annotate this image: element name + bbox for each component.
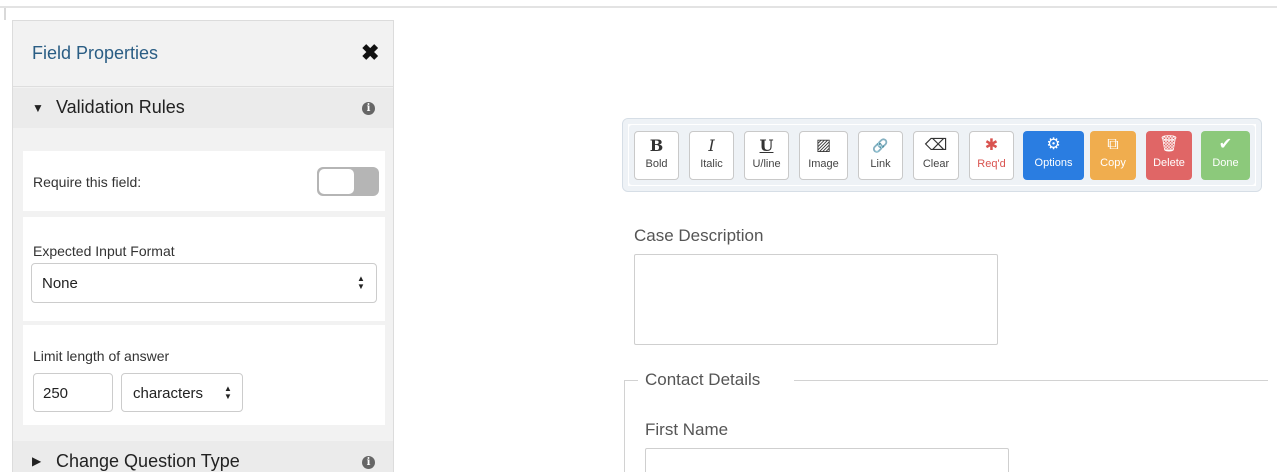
require-field-card: Require this field: (23, 151, 385, 211)
toolbar-button-label: Done (1212, 157, 1239, 169)
select-arrows-icon: ▲ ▼ (224, 384, 232, 401)
contact-details-legend: Contact Details (645, 370, 761, 389)
asterisk-icon: ✱ (984, 137, 999, 154)
require-field-toggle[interactable] (317, 167, 379, 196)
req-d-button[interactable]: ✱ Req'd (969, 131, 1014, 180)
select-arrows-icon: ▲ ▼ (357, 274, 365, 291)
fieldset-border-right-top (794, 380, 1268, 381)
link-button[interactable]: 🔗 Link (858, 131, 903, 180)
toolbar-button-label: Bold (645, 158, 668, 170)
toolbar-button-label: Clear (922, 158, 950, 170)
top-divider (0, 6, 1277, 8)
italic-button[interactable]: I Italic (689, 131, 734, 180)
limit-length-value: 250 (43, 385, 69, 402)
panel-header: Field Properties ✖ (13, 21, 393, 87)
clear-button[interactable]: ⌫ Clear (913, 131, 959, 180)
first-name-label: First Name (645, 420, 729, 439)
toolbar-button-label: Req'd (977, 158, 1006, 170)
gear-icon: ⚙ (1046, 136, 1061, 153)
done-button[interactable]: ✔ Done (1201, 131, 1250, 180)
check-icon: ✔ (1218, 136, 1233, 153)
limit-length-card: Limit length of answer 250 characters ▲ … (23, 325, 385, 425)
caret-right-icon: ▶ (32, 454, 42, 468)
toggle-knob (319, 169, 354, 194)
image-button[interactable]: ▨ Image (799, 131, 848, 180)
bold-icon: B (649, 136, 664, 155)
change-question-type-label: Change Question Type (56, 451, 240, 471)
copy-button[interactable]: ⧉ Copy (1090, 131, 1136, 180)
toolbar-button-label: Link (870, 158, 891, 170)
input-format-select[interactable]: None ▲ ▼ (31, 263, 377, 303)
link-icon: 🔗 (872, 138, 889, 153)
case-description-label: Case Description (634, 226, 764, 245)
limit-length-input[interactable]: 250 (33, 373, 113, 412)
input-format-card: Expected Input Format None ▲ ▼ (23, 217, 385, 321)
toolbar-button-label: Delete (1153, 157, 1185, 169)
input-format-value: None (42, 275, 78, 292)
underline-icon: U (759, 136, 774, 155)
case-description-textarea[interactable] (634, 254, 998, 345)
copy-icon: ⧉ (1107, 136, 1119, 153)
caret-down-icon: ▼ (32, 101, 44, 115)
u-line-button[interactable]: U U/line (744, 131, 789, 180)
limit-length-label: Limit length of answer (33, 348, 170, 364)
bold-button[interactable]: B Bold (634, 131, 679, 180)
fieldset-border-left-top (624, 380, 638, 381)
toolbar-button-label: Image (808, 158, 839, 170)
input-format-label: Expected Input Format (33, 243, 175, 259)
left-edge-mark (4, 8, 6, 20)
options-button[interactable]: ⚙ Options (1023, 131, 1084, 180)
validation-rules-label: Validation Rules (56, 97, 185, 117)
fieldset-border-left (624, 380, 625, 472)
toolbar-button-label: Options (1034, 157, 1073, 169)
info-icon[interactable]: i (362, 102, 375, 115)
validation-rules-header[interactable]: ▼ Validation Rules i (13, 88, 393, 128)
length-unit-select[interactable]: characters ▲ ▼ (121, 373, 243, 412)
first-name-input[interactable] (645, 448, 1009, 472)
eraser-icon: ⌫ (924, 137, 948, 154)
close-icon[interactable]: ✖ (361, 42, 379, 64)
toolbar-button-label: Italic (700, 158, 723, 170)
info-icon[interactable]: i (362, 456, 375, 469)
toolbar-button-label: U/line (752, 158, 781, 170)
image-icon: ▨ (815, 137, 832, 154)
change-question-type-header[interactable]: ▶ Change Question Type i (13, 441, 393, 472)
field-properties-panel: Field Properties ✖ ▼ Validation Rules i … (12, 20, 394, 472)
require-field-label: Require this field: (33, 174, 142, 190)
trash-icon: 🗑 (1158, 136, 1180, 153)
toolbar-button-label: Copy (1100, 157, 1126, 169)
italic-icon: I (708, 136, 715, 155)
length-unit-value: characters (133, 385, 204, 402)
panel-title: Field Properties (32, 43, 159, 63)
editor-toolbar: B Bold I Italic U U/line ▨ Image 🔗 Link ⌫ Clear ✱ Req… (622, 118, 1262, 192)
delete-button[interactable]: 🗑 Delete (1146, 131, 1192, 180)
